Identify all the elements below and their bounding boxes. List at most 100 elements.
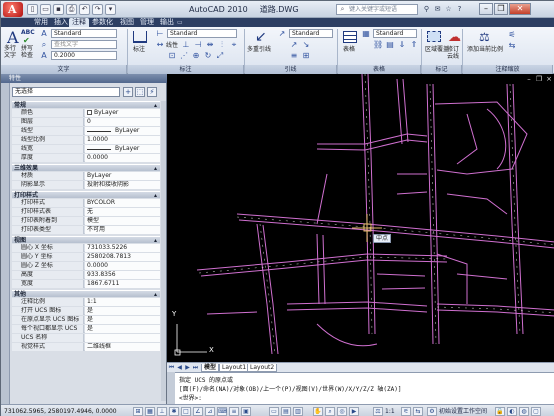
align-leader-icon[interactable]: ≡ [289,51,299,60]
property-value[interactable]: 1867.6711 [85,280,160,288]
property-row[interactable]: UCS 名称 [12,334,160,342]
quick-access-dropdown-icon[interactable]: ▾ [105,4,116,15]
property-row[interactable]: 材质 ByLayer [12,172,160,180]
property-value[interactable]: 无 [85,208,160,216]
add-delete-scales-icon[interactable]: ⚟ [507,30,517,39]
open-file-icon[interactable]: ▭ [40,4,51,15]
zoom-icon[interactable]: ⌕ [325,407,335,416]
close-button[interactable]: ✕ [509,3,531,15]
table-icon[interactable] [343,31,357,43]
dynamic-input-icon[interactable]: ⌨ [217,407,227,416]
tab-manage[interactable]: 管理 [137,18,157,27]
leader-style-select[interactable]: Standard [289,29,333,38]
update-dim-icon[interactable]: ↻ [203,51,213,60]
property-value[interactable]: 1:1 [85,298,160,306]
section-header[interactable]: 常规 ▴ [12,101,160,109]
section-header[interactable]: 其他 ▴ [12,290,160,298]
dimension-label[interactable]: 标注 [133,46,145,53]
sync-scale-icon[interactable]: ⇆ [507,41,517,50]
workspace-label[interactable]: 初始设置工作空间 [439,408,487,416]
quick-properties-icon[interactable]: ▣ [241,407,251,416]
quick-select-icon[interactable]: ⚡ [147,87,157,97]
section-header[interactable]: 视图 ▴ [12,236,160,244]
pan-icon[interactable]: ✋ [313,407,323,416]
first-layout-icon[interactable]: ⏮ [168,364,175,371]
dimension-panel-label[interactable]: 标注 [128,65,244,74]
multileader-icon[interactable]: ↙ [255,29,267,45]
clean-screen-icon[interactable]: ▢ [531,407,541,416]
property-value[interactable]: 模型 [85,217,160,225]
palette-scrollbar[interactable] [161,101,166,401]
multileader-label[interactable]: 多重引线 [247,46,271,53]
collapse-chevron-icon[interactable]: ▴ [154,102,157,109]
text-panel-label[interactable]: 文字 [1,65,127,74]
table-label[interactable]: 表格 [343,46,355,53]
tab-view[interactable]: 视图 [117,18,137,27]
dimension-style-select[interactable]: Standard [167,29,237,38]
add-scale-icon[interactable]: ⚖ [479,30,490,44]
spell-check-label[interactable]: 拼写 检查 [21,45,33,59]
leader-panel-label[interactable]: 引线 [245,65,337,74]
prev-layout-icon[interactable]: ◀ [176,364,183,371]
minimize-button[interactable]: – [479,3,493,15]
tab-layout1[interactable]: Layout1 [219,364,250,372]
search-icon[interactable]: ⚲ [422,5,431,14]
tab-layout2[interactable]: Layout2 [247,364,278,372]
tab-insert[interactable]: 插入 [51,18,71,27]
object-snap-icon[interactable]: □ [181,407,191,416]
text-height-input[interactable]: 0.2000 [51,51,117,60]
quick-view-layouts-icon[interactable]: ▤ [281,407,291,416]
hardware-acceleration-icon[interactable]: ◐ [507,407,517,416]
find-text-input[interactable]: 查找文字 [51,40,117,49]
property-value[interactable]: BYCOLOR [85,199,160,207]
property-value[interactable]: ByLayer [85,145,160,153]
polar-tracking-icon[interactable]: ✱ [169,407,179,416]
wipeout-label[interactable]: 区域覆盖 [425,46,449,53]
workspace-switch-icon[interactable]: ⚙ [427,407,437,416]
property-row[interactable]: 线宽 ByLayer [12,145,160,153]
dimension-icon[interactable] [133,31,147,43]
cursor-coordinates[interactable]: 731062.5965, 2580197.4946, 0.0000 [4,407,117,416]
property-row[interactable]: 宽度 1867.6711 [12,280,160,288]
tab-model[interactable]: 模型 [201,364,220,372]
property-value[interactable]: 1.0000 [85,136,160,144]
property-row[interactable]: 圆心 X 坐标 731033.5226 [12,244,160,252]
property-row[interactable]: 高度 933.8356 [12,271,160,279]
object-snap-tracking-icon[interactable]: ∠ [193,407,203,416]
command-prompt[interactable]: <世界>: [179,393,202,402]
multiline-text-label[interactable]: 多行 文字 [4,45,16,59]
tab-home[interactable]: 常用 [31,18,51,27]
collapse-chevron-icon[interactable]: ▴ [154,192,157,199]
property-row[interactable]: 打印表附着到 模型 [12,217,160,225]
property-row[interactable]: 圆心 Y 坐标 2580208.7813 [12,253,160,261]
tab-annotate[interactable]: 注释 [69,18,89,27]
selection-select[interactable]: 无选择 [12,87,120,97]
upload-data-icon[interactable]: ⇑ [409,40,419,49]
tab-parametric[interactable]: 参数化 [89,18,116,27]
property-value[interactable]: 投射和接收阴影 [85,181,160,189]
property-value[interactable]: ByLayer [85,172,160,180]
table-style-select[interactable]: Standard [373,29,417,38]
property-row[interactable]: 线型比例 1.0000 [12,136,160,144]
help-search-input[interactable]: 键入关键字或短语 [336,4,418,15]
restore-button[interactable]: ❐ [494,3,508,15]
property-row[interactable]: 注释比例 1:1 [12,298,160,306]
remove-leader-icon[interactable]: ↘ [301,40,311,49]
property-value[interactable]: 是 [85,307,160,315]
property-row[interactable]: 视觉样式 二维线框 [12,343,160,351]
showmotion-icon[interactable]: ▶ [349,407,359,416]
lock-ui-icon[interactable]: 🔒 [495,407,505,416]
annotation-scaling-panel-label[interactable]: 注释缩放 [463,65,553,74]
property-row[interactable]: 打开 UCS 图标是 [12,307,160,315]
property-value[interactable]: ByLayer [85,127,160,135]
palette-side-strip[interactable] [1,83,10,404]
revision-cloud-icon[interactable]: ☁ [448,30,461,45]
link-data-icon[interactable]: ⛓ [373,40,383,49]
revision-cloud-label[interactable]: 修订 云线 [447,46,459,60]
annotation-visibility-icon[interactable]: ⚟ [401,407,411,416]
property-row[interactable]: 每个视口都显示 UCS 是 [12,325,160,333]
model-space-icon[interactable]: ▭ [269,407,279,416]
minimize-ribbon-icon[interactable]: ▭ [177,19,185,26]
grid-display-icon[interactable]: ▦ [145,407,155,416]
isolate-objects-icon[interactable]: ◍ [519,407,529,416]
